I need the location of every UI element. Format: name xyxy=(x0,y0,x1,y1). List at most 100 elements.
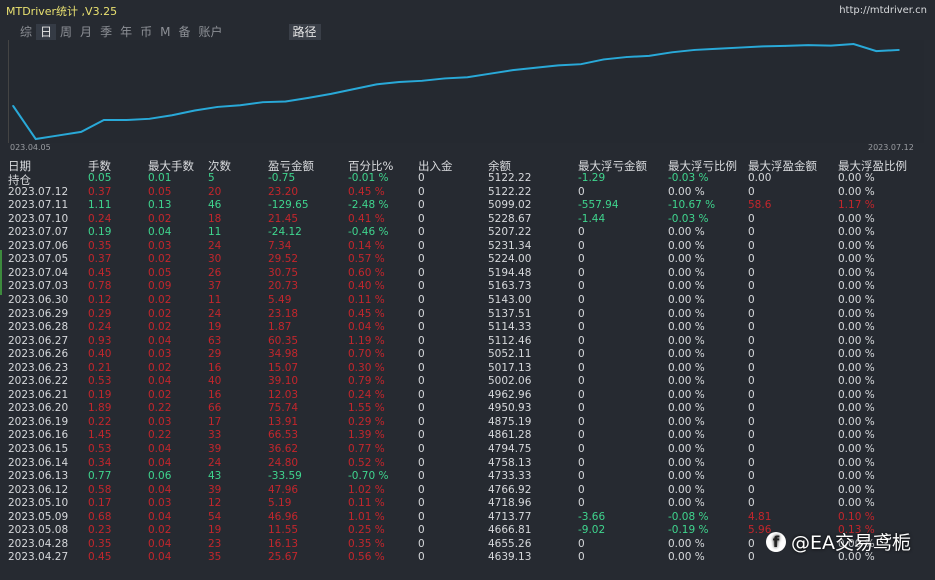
table-cell: 2023.07.06 xyxy=(8,239,69,252)
table-row[interactable]: 2023.06.23 0.21 0.02 16 15.07 0.30 % 0 5017.13 0… xyxy=(0,362,935,375)
equity-point xyxy=(511,69,514,71)
table-cell: 0.24 xyxy=(88,321,112,334)
table-cell: 0.04 xyxy=(148,334,172,347)
website-link[interactable]: http://mtdriver.cn xyxy=(839,5,927,16)
tab-path[interactable]: 路径 xyxy=(288,24,321,40)
table-cell: 0.37 xyxy=(88,253,112,266)
table-cell: 1.39 % xyxy=(348,429,385,442)
table-cell: 0 xyxy=(578,497,585,510)
table-row[interactable]: 2023.06.13 0.77 0.06 43 -33.59 -0.70 % 0 4733.3… xyxy=(0,470,935,483)
tab-9[interactable]: 账户 xyxy=(194,24,226,40)
table-cell: 0.00 % xyxy=(838,483,875,496)
table-row[interactable]: 2023.06.28 0.24 0.02 19 1.87 0.04 % 0 5114.33 0 0… xyxy=(0,321,935,334)
table-cell: 4655.26 xyxy=(488,537,532,550)
table-cell: 54 xyxy=(208,510,222,523)
table-row[interactable]: 2023.06.19 0.22 0.03 17 13.91 0.29 % 0 4875.19 0… xyxy=(0,416,935,429)
table-cell: 37 xyxy=(208,280,222,293)
table-cell: 5194.48 xyxy=(488,266,532,279)
tab-8[interactable]: 备 xyxy=(174,24,194,40)
table-row[interactable]: 2023.06.21 0.19 0.02 16 12.03 0.24 % 0 4962.96 0… xyxy=(0,389,935,402)
tab-1[interactable]: 日 xyxy=(36,24,57,40)
table-cell: -1.29 xyxy=(578,172,606,184)
table-cell: 0.11 % xyxy=(348,293,385,306)
tab-4[interactable]: 季 xyxy=(96,24,116,40)
tab-5[interactable]: 年 xyxy=(116,24,136,40)
table-cell: 0.22 xyxy=(88,415,112,428)
table-cell: 2023.06.28 xyxy=(8,321,69,334)
equity-point xyxy=(148,118,151,120)
equity-point xyxy=(716,47,719,50)
table-row[interactable]: 2023.06.27 0.93 0.04 63 60.35 1.19 % 0 5112.46 0… xyxy=(0,335,935,348)
table-cell: 0.24 xyxy=(88,212,112,225)
table-row[interactable]: 2023.05.09 0.68 0.04 54 46.96 1.01 % 0 4713.77 -… xyxy=(0,511,935,524)
table-row[interactable]: 2023.06.26 0.40 0.03 29 34.98 0.70 % 0 5052.11 0… xyxy=(0,348,935,361)
table-cell: -33.59 xyxy=(268,470,302,483)
table-cell: 2023.07.04 xyxy=(8,266,69,279)
table-row[interactable]: 2023.06.14 0.34 0.04 24 24.80 0.52 % 0 4758.13 0… xyxy=(0,457,935,470)
table-cell: 0.00 % xyxy=(838,321,875,334)
table-cell: 0.58 xyxy=(88,483,112,496)
table-row[interactable]: 2023.07.03 0.78 0.09 37 20.73 0.40 % 0 5163.73 0… xyxy=(0,280,935,293)
table-row[interactable]: 2023.06.30 0.12 0.02 11 5.49 0.11 % 0 5143.00 0 0… xyxy=(0,294,935,307)
table-cell: 0.04 xyxy=(148,375,172,388)
table-cell: 26 xyxy=(208,266,222,279)
table-cell: 0.30 % xyxy=(348,361,385,374)
table-cell: -0.46 % xyxy=(348,226,389,239)
table-cell: 2023.05.08 xyxy=(8,524,69,537)
table-cell: 0 xyxy=(418,415,425,428)
tab-2[interactable]: 周 xyxy=(56,24,76,40)
table-cell: 47.96 xyxy=(268,483,299,496)
equity-point xyxy=(284,100,287,103)
table-row[interactable]: 持仓 0.05 0.01 5 -0.75 -0.01 % 0 5122.22 -1.29 -0.0… xyxy=(0,172,935,187)
table-row[interactable]: 2023.07.11 1.11 0.13 46 -129.65 -2.48 % 0 5099.… xyxy=(0,199,935,212)
table-cell: 0.35 xyxy=(88,239,112,252)
table-row[interactable]: 2023.06.22 0.53 0.04 40 39.10 0.79 % 0 5002.06 0… xyxy=(0,375,935,388)
table-row[interactable]: 2023.05.10 0.17 0.03 12 5.19 0.11 % 0 4718.96 0 0… xyxy=(0,497,935,510)
table-row[interactable]: 2023.06.16 1.45 0.22 33 66.53 1.39 % 0 4861.28 0… xyxy=(0,429,935,442)
table-row[interactable]: 2023.06.12 0.58 0.04 39 47.96 1.02 % 0 4766.92 0… xyxy=(0,484,935,497)
table-cell: 0 xyxy=(748,253,755,266)
window-title: MTDriver统计 ,V3.25 xyxy=(6,5,118,18)
tab-0[interactable]: 综 xyxy=(16,24,36,40)
table-cell: 0.04 xyxy=(148,537,172,550)
tab-7[interactable]: M xyxy=(156,24,174,40)
table-cell: 0.10 % xyxy=(838,510,875,523)
table-cell: 0.00 % xyxy=(668,483,705,496)
table-cell: 0 xyxy=(418,172,425,184)
table-cell: 0.34 xyxy=(88,456,112,469)
table-row[interactable]: 2023.07.12 0.37 0.05 20 23.20 0.45 % 0 5122.22 0… xyxy=(0,186,935,199)
table-cell: 0.00 % xyxy=(668,280,705,293)
table-cell: 0.00 % xyxy=(668,443,705,455)
tab-3[interactable]: 月 xyxy=(76,24,96,40)
equity-point xyxy=(489,72,491,75)
table-cell: 0.00 % xyxy=(838,172,875,184)
table-cell: 58.6 xyxy=(748,199,772,212)
table-cell: 2023.07.03 xyxy=(8,280,69,293)
table-cell: 0.04 xyxy=(148,483,172,496)
tab-6[interactable]: 币 xyxy=(136,24,156,40)
chart-start-date: 023.04.05 xyxy=(10,143,51,152)
table-row[interactable]: 2023.07.06 0.35 0.03 24 7.34 0.14 % 0 5231.34 0 0… xyxy=(0,240,935,253)
table-cell: 0.03 xyxy=(148,239,172,252)
table-row[interactable]: 2023.07.07 0.19 0.04 11 -24.12 -0.46 % 0 5207.2… xyxy=(0,226,935,239)
table-row[interactable]: 2023.06.29 0.29 0.02 24 23.18 0.45 % 0 5137.51 0… xyxy=(0,308,935,321)
table-cell: 0 xyxy=(748,537,755,550)
table-cell: 0 xyxy=(418,470,425,483)
table-cell: 0.23 xyxy=(88,524,112,537)
table-row[interactable]: 2023.07.10 0.24 0.02 18 21.45 0.41 % 0 5228.67 -… xyxy=(0,213,935,226)
table-cell: 0 xyxy=(418,443,425,455)
table-cell: 0.00 % xyxy=(668,266,705,279)
table-row[interactable]: 2023.06.20 1.89 0.22 66 75.74 1.55 % 0 4950.93 0… xyxy=(0,402,935,415)
table-cell: 0 xyxy=(578,429,585,442)
table-cell: 5112.46 xyxy=(488,334,532,347)
table-row[interactable]: 2023.07.05 0.37 0.02 30 29.52 0.57 % 0 5224.00 0… xyxy=(0,253,935,266)
equity-chart-svg xyxy=(12,42,900,141)
table-row[interactable]: 2023.06.15 0.53 0.04 39 36.62 0.77 % 0 4794.75 0… xyxy=(0,443,935,456)
table-cell: 4666.81 xyxy=(488,524,532,537)
table-cell: 23.18 xyxy=(268,307,299,320)
table-cell: 0.00 % xyxy=(838,266,875,279)
equity-point xyxy=(466,76,469,79)
table-row[interactable]: 2023.07.04 0.45 0.05 26 30.75 0.60 % 0 5194.48 0… xyxy=(0,267,935,280)
table-cell: 5231.34 xyxy=(488,239,532,252)
table-cell: 2023.06.14 xyxy=(8,456,69,469)
